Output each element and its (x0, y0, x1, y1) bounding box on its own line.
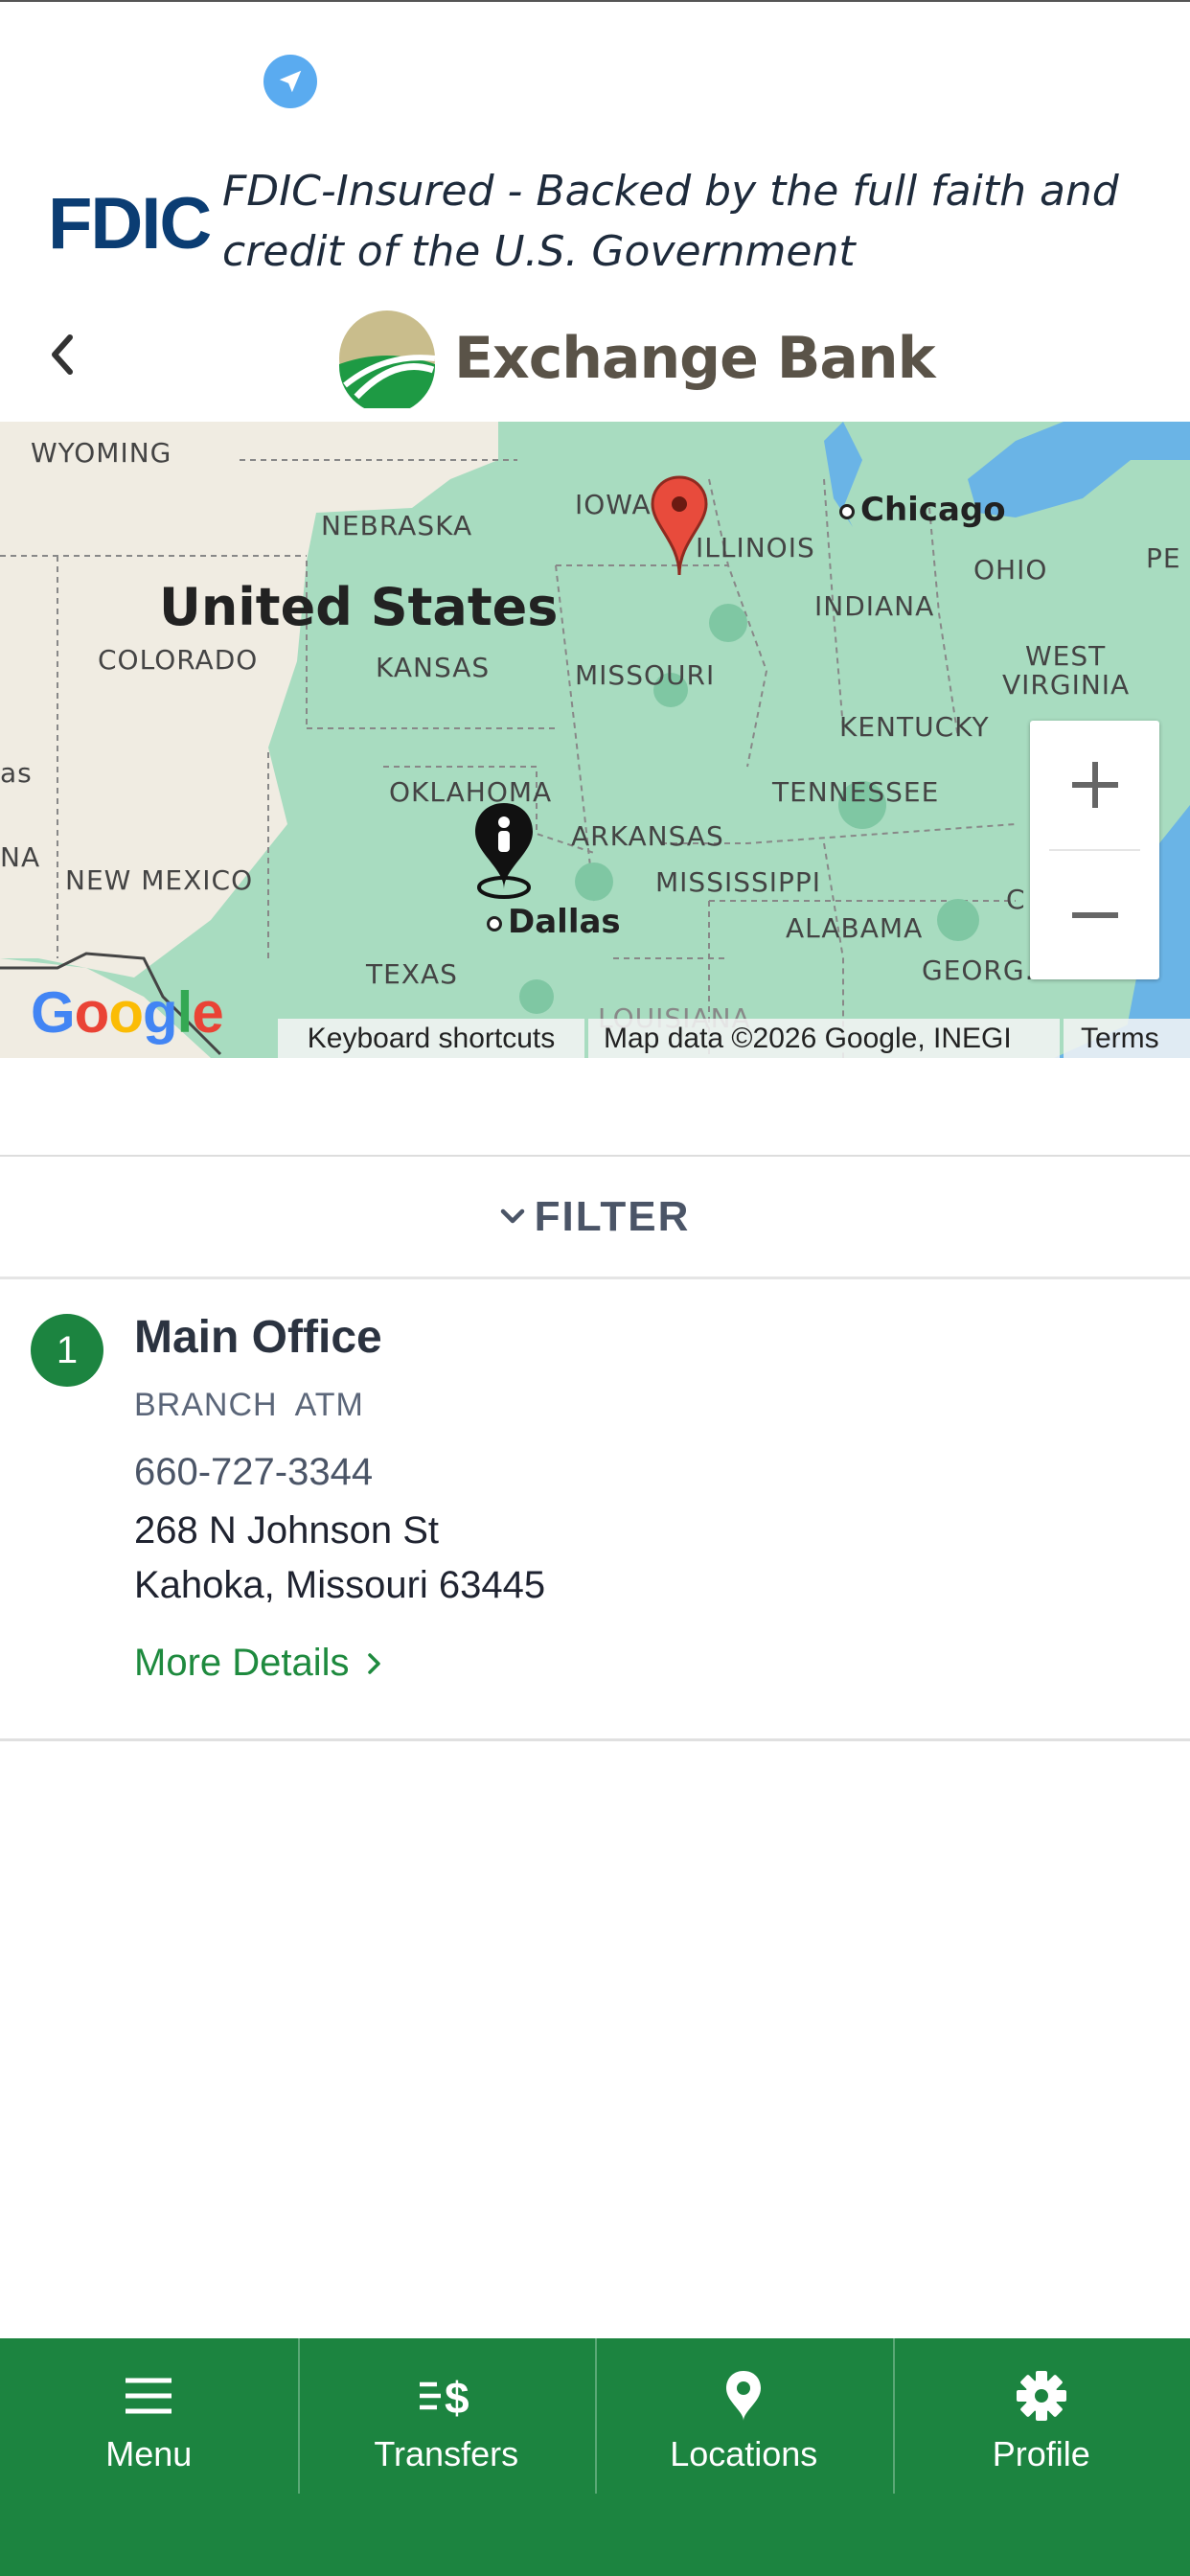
branch-marker-pin-icon[interactable] (650, 475, 709, 577)
nav-profile[interactable]: Profile (892, 2338, 1190, 2576)
map-state-label: VIRGINIA (1002, 669, 1131, 701)
map-state-label: MISSISSIPPI (655, 866, 822, 898)
zoom-in-button[interactable] (1030, 721, 1159, 849)
brand-header: Exchange Bank (337, 309, 936, 408)
chevron-down-icon (500, 1208, 524, 1223)
map-state-label: WYOMING (31, 437, 172, 469)
fdic-logo: FDIC (48, 183, 212, 264)
map-state-label: WEST (1025, 640, 1107, 672)
map-state-label: IOWA (575, 489, 652, 520)
map-state-label: TEXAS (366, 958, 458, 990)
menu-icon (120, 2367, 177, 2425)
location-address-line1: 268 N Johnson St (134, 1509, 439, 1552)
nav-menu[interactable]: Menu (0, 2338, 298, 2576)
map-state-label: NA (0, 841, 41, 873)
city-name: Chicago (860, 491, 1006, 529)
nav-transfers[interactable]: $ Transfers (297, 2338, 596, 2576)
location-tag: BRANCH (134, 1387, 278, 1423)
map-view[interactable]: WYOMING NEBRASKA IOWA ILLINOIS INDIANA O… (0, 422, 1190, 1058)
back-button[interactable] (43, 331, 81, 379)
brand-name: Exchange Bank (454, 325, 936, 392)
more-details-label: More Details (134, 1642, 350, 1684)
map-state-label: COLORADO (98, 644, 259, 676)
terms-link[interactable]: Terms (1064, 1019, 1190, 1058)
location-list-item[interactable]: 1 Main Office BRANCH ATM 660-727-3344 26… (0, 1279, 1190, 1741)
keyboard-shortcuts-link[interactable]: Keyboard shortcuts (278, 1019, 584, 1058)
location-services-icon (263, 55, 317, 108)
location-tag: ATM (294, 1387, 364, 1423)
map-state-label: INDIANA (814, 590, 935, 622)
top-divider (0, 0, 1190, 2)
map-state-label: ALABAMA (786, 912, 924, 944)
map-state-label: NEBRASKA (321, 510, 473, 541)
map-state-label: ARKANSAS (571, 820, 724, 852)
map-country-label: United States (159, 577, 559, 637)
map-zoom-controls (1030, 721, 1159, 979)
map-state-label: KANSAS (376, 652, 491, 683)
nav-locations[interactable]: Locations (595, 2338, 893, 2576)
filter-toggle[interactable]: FILTER (0, 1155, 1190, 1279)
nav-profile-label: Profile (992, 2434, 1090, 2473)
map-state-label: as (0, 757, 33, 789)
location-pin-icon (715, 2367, 772, 2425)
gear-icon (1013, 2367, 1070, 2425)
plus-icon (1071, 762, 1118, 808)
location-address-line2: Kahoka, Missouri 63445 (134, 1564, 546, 1606)
more-details-link[interactable]: More Details (134, 1642, 382, 1685)
map-state-label: OHIO (973, 554, 1048, 586)
map-state-label: NEW MEXICO (65, 864, 254, 896)
map-city-label: Dallas (487, 903, 621, 941)
map-state-label: ILLINOIS (696, 532, 815, 564)
map-state-label: KENTUCKY (839, 711, 990, 743)
filter-label: FILTER (534, 1192, 691, 1240)
google-logo: Google (31, 980, 224, 1045)
fdic-notice: FDIC-Insured - Backed by the full faith … (222, 161, 1142, 282)
bottom-navigation: Menu $ Transfers Locations Profile (0, 2338, 1190, 2576)
nav-menu-label: Menu (105, 2434, 193, 2473)
map-state-label: PE (1146, 542, 1181, 574)
city-name: Dallas (508, 903, 621, 941)
map-state-label: MISSOURI (575, 659, 716, 691)
nav-locations-label: Locations (670, 2434, 818, 2473)
minus-icon (1071, 912, 1118, 918)
map-state-label: TENNESSEE (772, 776, 940, 808)
transfers-icon: $ (418, 2367, 475, 2425)
fdic-notice-line1: FDIC-Insured - Backed by the full faith … (222, 167, 1119, 216)
location-phone-link[interactable]: 660-727-3344 (134, 1451, 373, 1494)
chevron-right-icon (367, 1652, 380, 1674)
map-data-attribution: Map data ©2026 Google, INEGI (588, 1019, 1060, 1058)
fdic-notice-line2: credit of the U.S. Government (222, 227, 856, 276)
svg-text:$: $ (445, 2373, 469, 2423)
location-name: Main Office (134, 1312, 382, 1363)
location-number-badge: 1 (31, 1314, 103, 1387)
chevron-left-icon (52, 334, 73, 375)
map-city-label: Chicago (839, 491, 1006, 529)
location-tags: BRANCH ATM (134, 1387, 364, 1424)
user-location-icon (475, 803, 533, 899)
nav-transfers-label: Transfers (374, 2434, 519, 2473)
map-state-label: C (1006, 884, 1026, 915)
zoom-out-button[interactable] (1030, 851, 1159, 979)
exchange-bank-logo-icon (339, 310, 436, 408)
